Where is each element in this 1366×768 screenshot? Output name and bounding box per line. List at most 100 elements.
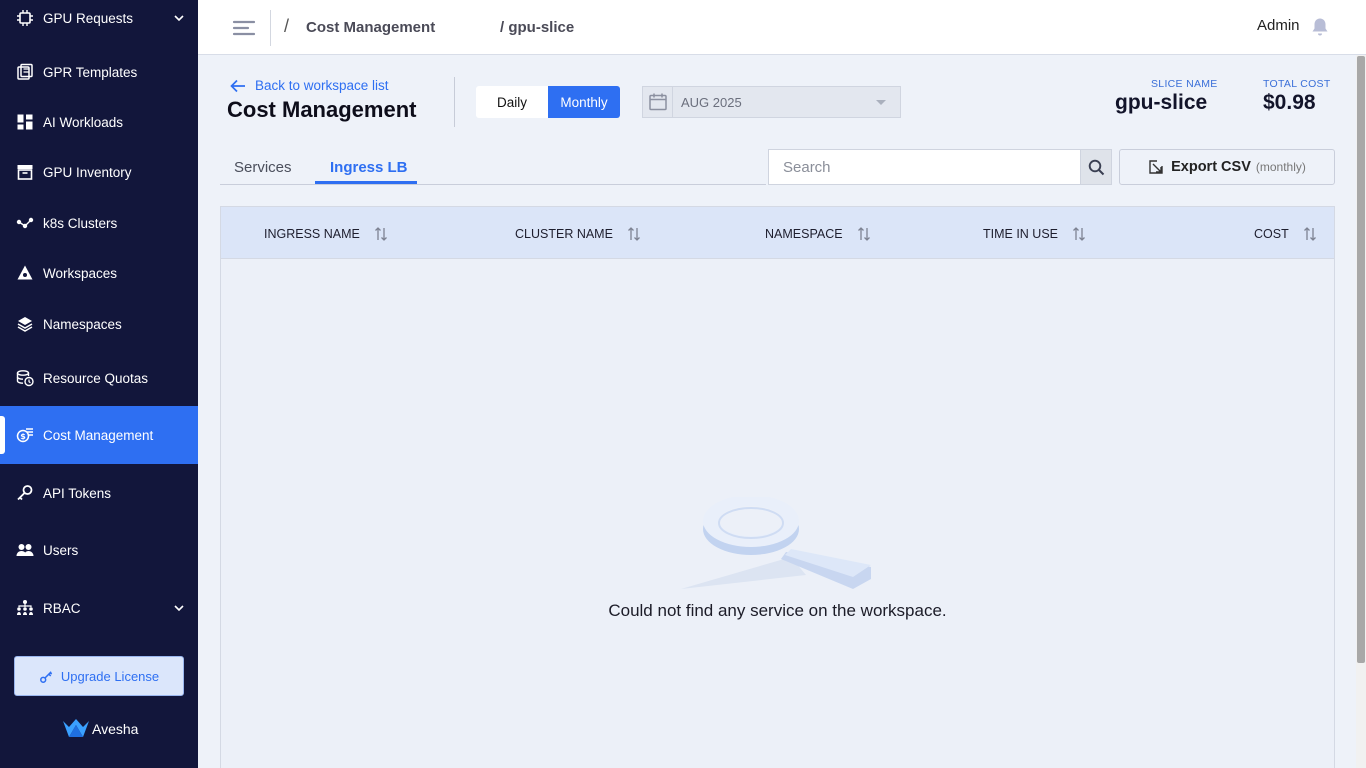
sidebar-item-api-tokens[interactable]: API Tokens (0, 473, 198, 513)
layers-icon (16, 315, 34, 333)
bell-icon[interactable] (1311, 17, 1329, 36)
svg-text:$: $ (20, 432, 26, 441)
sort-icon (374, 227, 387, 241)
column-header-namespace[interactable]: NAMESPACE (765, 226, 871, 242)
sidebar-item-label: API Tokens (43, 485, 112, 501)
export-csv-label: Export CSV (1171, 159, 1251, 175)
export-csv-button[interactable]: Export CSV (monthly) (1119, 149, 1335, 185)
brand-name: Avesha (92, 721, 139, 737)
column-header-cluster-name[interactable]: CLUSTER NAME (515, 226, 641, 242)
sidebar-item-gpr-templates[interactable]: GPR Templates (0, 52, 198, 92)
search-input[interactable] (768, 149, 1080, 185)
avesha-logo-icon (63, 719, 89, 737)
sidebar-item-label: GPU Requests (43, 10, 134, 26)
sidebar-item-k8s-clusters[interactable]: k8s Clusters (0, 203, 198, 243)
empty-state-message: Could not find any service on the worksp… (608, 601, 947, 620)
sidebar-item-label: RBAC (43, 600, 81, 616)
column-header-label: COST (1254, 227, 1289, 241)
table-header: INGRESS NAME CLUSTER NAME NAMESPACE TIME… (221, 207, 1334, 259)
sidebar-item-label: Cost Management (43, 427, 154, 443)
chevron-down-icon (174, 605, 184, 612)
users-icon (16, 541, 34, 559)
chevron-down-icon (174, 15, 184, 22)
tab-ingress-lb[interactable]: Ingress LB (330, 159, 408, 176)
sort-icon (857, 227, 870, 241)
upgrade-license-label: Upgrade License (60, 668, 160, 684)
sidebar: GPU Requests GPR Templates AI Workloads … (0, 0, 198, 768)
archive-icon (16, 163, 34, 181)
menu-icon[interactable] (232, 18, 256, 38)
sidebar-item-cost-management[interactable]: $ Cost Management (0, 406, 198, 464)
sidebar-item-users[interactable]: Users (0, 530, 198, 570)
ingress-table: INGRESS NAME CLUSTER NAME NAMESPACE TIME… (220, 206, 1335, 768)
topbar: / Cost Management / gpu-slice Admin (198, 0, 1366, 55)
sidebar-item-resource-quotas[interactable]: Resource Quotas (0, 358, 198, 398)
sidebar-item-gpu-inventory[interactable]: GPU Inventory (0, 152, 198, 192)
sort-icon (1073, 227, 1085, 241)
column-header-label: CLUSTER NAME (515, 227, 613, 241)
sidebar-item-namespaces[interactable]: Namespaces (0, 304, 198, 344)
back-link-label: Back to workspace list (255, 78, 389, 93)
slice-name-value: gpu-slice (1115, 91, 1208, 114)
search-box (768, 149, 1112, 185)
breadcrumb-separator: / (284, 16, 290, 36)
sidebar-item-rbac[interactable]: RBAC (0, 588, 198, 628)
page-title: Cost Management (227, 97, 417, 122)
brand-logo: Avesha (62, 718, 138, 740)
scrollbar-thumb[interactable] (1357, 56, 1365, 663)
sidebar-item-workspaces[interactable]: Workspaces (0, 253, 198, 293)
sidebar-item-gpu-requests[interactable]: GPU Requests (0, 0, 198, 38)
column-header-label: NAMESPACE (765, 227, 843, 241)
active-tab-indicator (315, 181, 417, 184)
dropdown-arrow-icon (876, 100, 886, 105)
magnifier-illustration (681, 497, 871, 589)
sidebar-item-label: AI Workloads (43, 114, 124, 130)
sidebar-item-label: GPR Templates (43, 64, 138, 80)
chip-icon (16, 9, 34, 27)
tab-services[interactable]: Services (234, 159, 292, 176)
period-toggle: Daily Monthly (476, 86, 620, 118)
sidebar-item-label: Workspaces (43, 265, 118, 281)
column-header-label: TIME IN USE (983, 227, 1059, 241)
sidebar-item-label: Namespaces (43, 316, 122, 332)
upgrade-license-button[interactable]: Upgrade License (14, 656, 184, 696)
workspace-icon (16, 264, 34, 282)
month-picker[interactable]: AUG 2025 (642, 86, 901, 118)
rbac-icon (16, 599, 34, 617)
daily-toggle-button[interactable]: Daily (476, 86, 548, 118)
sort-icon (627, 227, 640, 241)
topbar-divider (270, 10, 271, 46)
column-header-ingress-name[interactable]: INGRESS NAME (264, 226, 388, 242)
total-cost-label: TOTAL COST (1263, 78, 1331, 90)
back-to-workspace-link[interactable]: Back to workspace list (230, 78, 389, 93)
sidebar-item-label: Resource Quotas (43, 370, 149, 386)
column-header-cost[interactable]: COST (1254, 226, 1317, 242)
slice-name-label: SLICE NAME (1151, 78, 1218, 90)
sort-icon (1303, 227, 1316, 241)
month-picker-value: AUG 2025 (681, 94, 742, 110)
breadcrumb-cost-management[interactable]: Cost Management (306, 19, 435, 36)
key-icon (39, 670, 53, 683)
total-cost-value: $0.98 (1263, 91, 1316, 114)
tabs-divider (220, 184, 766, 185)
template-icon (16, 63, 34, 81)
export-icon (1149, 160, 1163, 174)
key-icon (16, 484, 34, 502)
search-icon (1088, 159, 1104, 175)
user-name[interactable]: Admin (1257, 17, 1300, 34)
cost-icon: $ (16, 426, 34, 444)
sidebar-item-label: Users (43, 542, 79, 558)
monthly-toggle-button[interactable]: Monthly (548, 86, 620, 118)
search-button[interactable] (1080, 149, 1112, 185)
sidebar-item-ai-workloads[interactable]: AI Workloads (0, 102, 198, 142)
column-header-time-in-use[interactable]: TIME IN USE (983, 226, 1086, 242)
export-csv-sublabel: (monthly) (1255, 160, 1306, 174)
dashboard-icon (16, 113, 34, 131)
cluster-icon (16, 214, 34, 232)
calendar-icon (643, 87, 673, 117)
coins-icon (16, 369, 34, 387)
breadcrumb-gpu-slice: / gpu-slice (500, 19, 575, 36)
arrow-left-icon (230, 79, 245, 92)
column-header-label: INGRESS NAME (264, 227, 360, 241)
sidebar-item-label: GPU Inventory (43, 164, 132, 180)
